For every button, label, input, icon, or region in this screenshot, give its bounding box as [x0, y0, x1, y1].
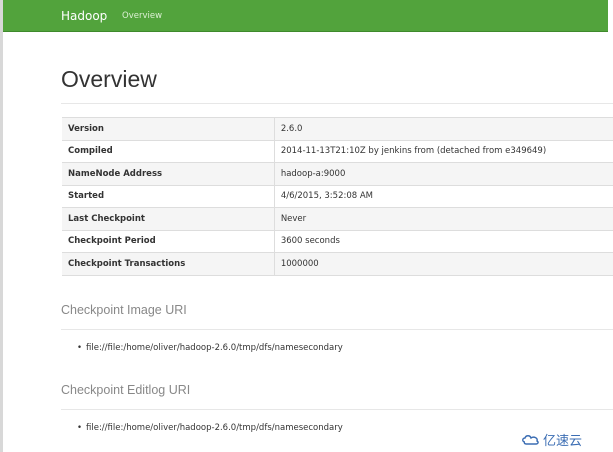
list-item: file://file:/home/oliver/hadoop-2.6.0/tm…: [77, 343, 343, 353]
section-divider: [61, 329, 613, 330]
row-value: 1000000: [274, 252, 613, 276]
row-label: Checkpoint Period: [62, 229, 275, 253]
row-label: Checkpoint Transactions: [62, 252, 275, 276]
row-value: Never: [274, 207, 613, 231]
page-title: Overview: [61, 66, 157, 92]
list-item: file://file:/home/oliver/hadoop-2.6.0/tm…: [77, 423, 343, 433]
table-row: NameNode Address hadoop-a:9000: [62, 162, 613, 186]
row-value: 3600 seconds: [274, 229, 613, 253]
row-label: NameNode Address: [62, 162, 275, 186]
row-value: 2014-11-13T21:10Z by jenkins from (detac…: [274, 139, 613, 163]
nav-link-overview[interactable]: Overview: [122, 11, 162, 21]
brand-link[interactable]: Hadoop: [61, 9, 107, 23]
table-row: Started 4/6/2015, 3:52:08 AM: [62, 184, 613, 208]
row-value: 4/6/2015, 3:52:08 AM: [274, 184, 613, 208]
row-label: Last Checkpoint: [62, 207, 275, 231]
table-row: Checkpoint Period 3600 seconds: [62, 229, 613, 253]
section-heading-editlog-uri: Checkpoint Editlog URI: [61, 383, 191, 397]
row-label: Version: [62, 117, 275, 141]
table-row: Compiled 2014-11-13T21:10Z by jenkins fr…: [62, 139, 613, 163]
image-uri-list: file://file:/home/oliver/hadoop-2.6.0/tm…: [77, 343, 343, 353]
window-frame-edge: [0, 0, 3, 452]
table-row: Version 2.6.0: [62, 117, 613, 141]
top-navbar: Hadoop Overview: [3, 0, 608, 32]
watermark-text: 亿速云: [543, 434, 583, 449]
row-value: 2.6.0: [274, 117, 613, 141]
section-divider: [61, 409, 613, 410]
row-label: Compiled: [62, 139, 275, 163]
title-divider: [61, 103, 613, 104]
cloud-logo-icon: [522, 435, 539, 445]
section-heading-image-uri: Checkpoint Image URI: [61, 303, 187, 317]
table-row: Checkpoint Transactions 1000000: [62, 252, 613, 276]
watermark: 亿速云: [522, 430, 582, 449]
table-row: Last Checkpoint Never: [62, 207, 613, 231]
overview-table: Version 2.6.0 Compiled 2014-11-13T21:10Z…: [62, 117, 613, 276]
row-label: Started: [62, 184, 275, 208]
row-value: hadoop-a:9000: [274, 162, 613, 186]
editlog-uri-list: file://file:/home/oliver/hadoop-2.6.0/tm…: [77, 423, 343, 433]
